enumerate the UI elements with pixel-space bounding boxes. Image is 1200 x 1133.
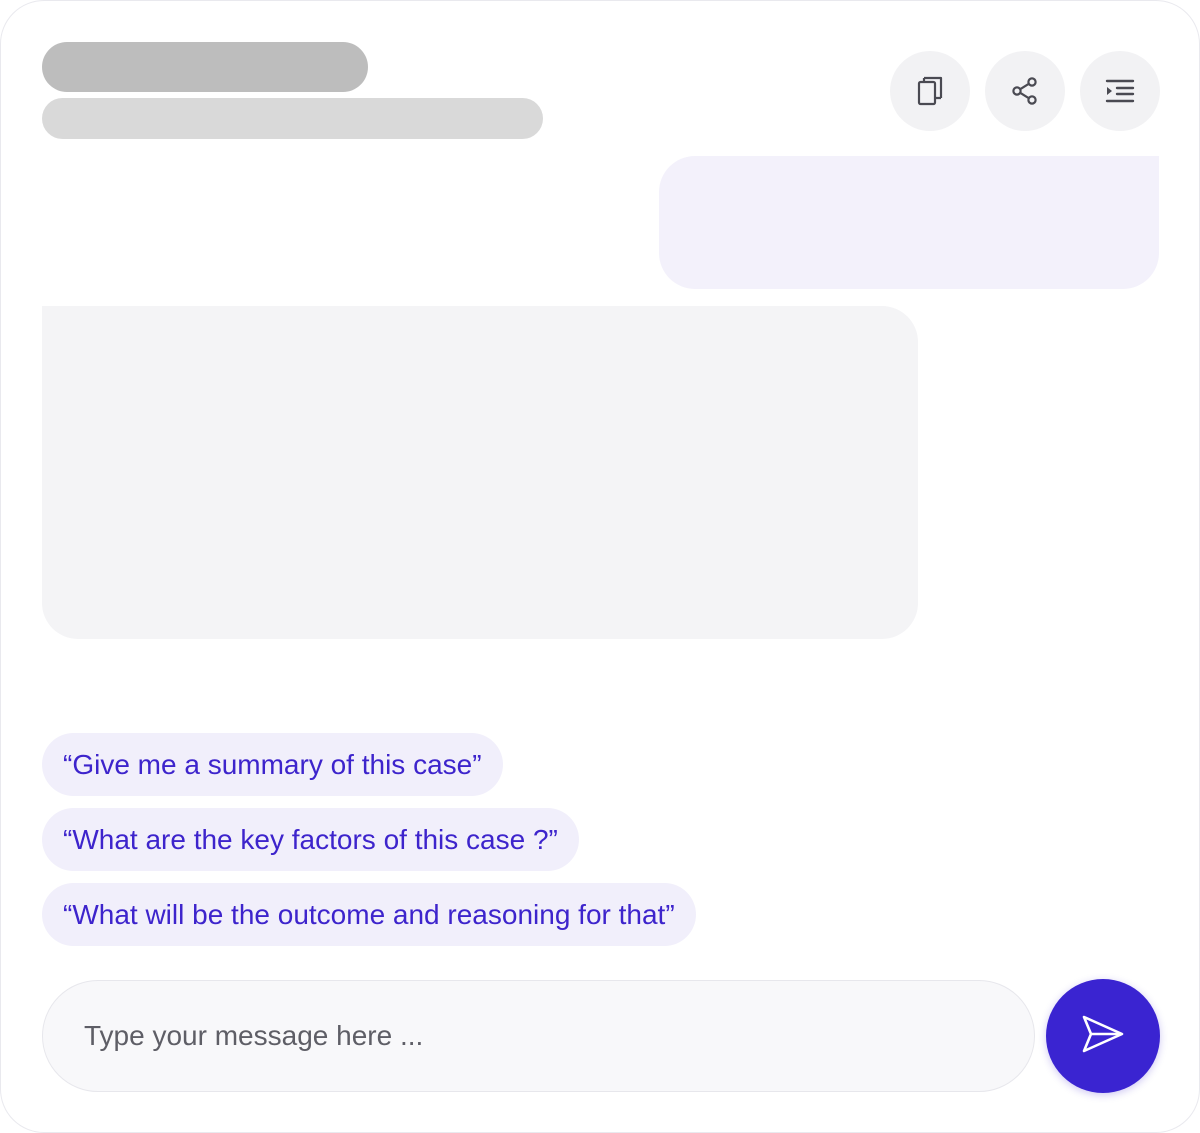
indent-menu-icon	[1105, 78, 1135, 104]
assistant-message-bubble	[42, 306, 918, 639]
send-icon	[1081, 1014, 1125, 1059]
title-placeholder	[42, 42, 368, 92]
chat-panel: “Give me a summary of this case” “What a…	[0, 0, 1200, 1133]
subtitle-placeholder	[42, 98, 543, 139]
message-composer	[42, 980, 1035, 1092]
copy-button[interactable]	[890, 51, 970, 131]
copy-icon	[915, 74, 945, 108]
suggestion-chip[interactable]: “Give me a summary of this case”	[42, 733, 503, 796]
share-icon	[1010, 76, 1040, 106]
suggestion-chip[interactable]: “What will be the outcome and reasoning …	[42, 883, 696, 946]
share-button[interactable]	[985, 51, 1065, 131]
message-input[interactable]	[84, 981, 984, 1091]
user-message-bubble	[659, 156, 1159, 289]
indent-menu-button[interactable]	[1080, 51, 1160, 131]
send-button[interactable]	[1046, 979, 1160, 1093]
suggestion-chip[interactable]: “What are the key factors of this case ?…	[42, 808, 579, 871]
